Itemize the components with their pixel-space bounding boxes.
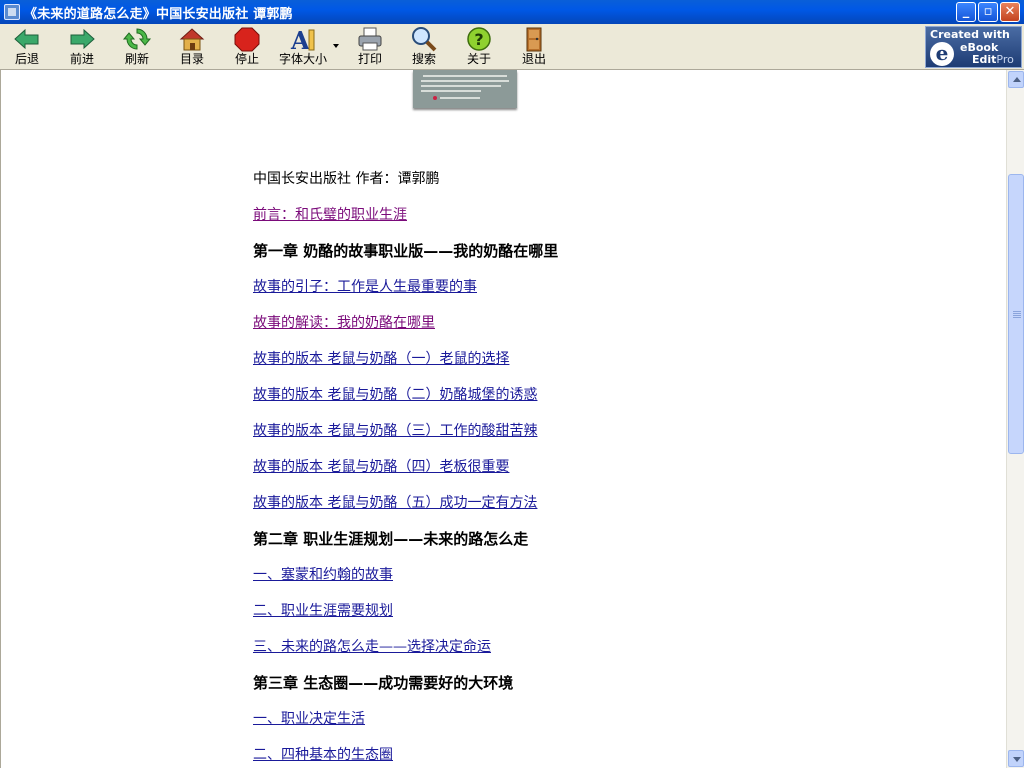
- refresh-label: 刷新: [124, 52, 149, 66]
- toc-link[interactable]: 故事的版本 老鼠与奶酪（五）成功一定有方法: [253, 492, 537, 512]
- app-book-icon[interactable]: [4, 4, 20, 20]
- home-icon: [177, 26, 207, 52]
- logo-pro: Pro: [996, 53, 1014, 66]
- contents-label: 目录: [179, 52, 204, 66]
- refresh-button[interactable]: 刷新: [110, 26, 164, 68]
- back-label: 后退: [14, 52, 39, 66]
- refresh-icon: [122, 26, 152, 52]
- toolbar: 后退 前进 刷新 目录 停止 A 字体大小 打印 搜索 ? 关于 退出: [0, 24, 1024, 70]
- toc-link[interactable]: 一、塞蒙和约翰的故事: [253, 564, 393, 584]
- toc-link[interactable]: 一、职业决定生活: [253, 708, 365, 728]
- font-size-icon: A: [288, 26, 318, 55]
- about-button[interactable]: ? 关于: [452, 26, 506, 68]
- back-button[interactable]: 后退: [0, 26, 54, 68]
- exit-label: 退出: [521, 52, 546, 66]
- scroll-thumb[interactable]: [1008, 174, 1024, 454]
- stop-icon: [232, 26, 262, 52]
- svg-text:?: ?: [474, 30, 483, 49]
- toc-publisher-line: 中国长安出版社 作者：谭郭鹏: [253, 171, 440, 187]
- toc-link[interactable]: 故事的引子：工作是人生最重要的事: [253, 276, 477, 296]
- exit-door-icon: [519, 26, 549, 52]
- magnifier-icon: [409, 26, 439, 52]
- toc-link[interactable]: 故事的版本 老鼠与奶酪（三）工作的酸甜苦辣: [253, 420, 537, 440]
- logo-e-badge: e: [930, 42, 954, 66]
- stop-label: 停止: [234, 52, 259, 66]
- logo-edit: Edit: [972, 53, 997, 66]
- book-cover-image: [413, 70, 517, 108]
- about-label: 关于: [466, 52, 491, 66]
- toc-chapter-heading: 第三章 生态圈——成功需要好的大环境: [253, 674, 514, 692]
- print-label: 打印: [357, 52, 382, 66]
- toc-chapter-heading: 第二章 职业生涯规划——未来的路怎么走: [253, 530, 529, 548]
- toc-link[interactable]: 三、未来的路怎么走——选择决定命运: [253, 636, 491, 656]
- stop-button[interactable]: 停止: [220, 26, 274, 68]
- forward-button[interactable]: 前进: [55, 26, 109, 68]
- title-bar: 《未来的道路怎么走》中国长安出版社 谭郭鹏 _ ▫ ✕: [0, 0, 1024, 24]
- toc-link[interactable]: 二、职业生涯需要规划: [253, 600, 393, 620]
- font-size-label: 字体大小: [278, 52, 327, 66]
- scroll-up-button[interactable]: [1008, 71, 1024, 88]
- search-label: 搜索: [411, 52, 436, 66]
- forward-label: 前进: [69, 52, 94, 66]
- toc-link[interactable]: 故事的版本 老鼠与奶酪（四）老板很重要: [253, 456, 509, 476]
- scroll-down-button[interactable]: [1008, 750, 1024, 767]
- print-button[interactable]: 打印: [343, 26, 397, 68]
- forward-arrow-icon: [67, 26, 97, 52]
- font-size-dropdown-icon[interactable]: [333, 44, 339, 48]
- toc-link[interactable]: 前言：和氏璧的职业生涯: [253, 204, 407, 224]
- maximize-button[interactable]: ▫: [978, 2, 998, 22]
- back-arrow-icon: [12, 26, 42, 52]
- toc-link[interactable]: 故事的版本 老鼠与奶酪（二）奶酪城堡的诱惑: [253, 384, 537, 404]
- logo-line3: EditPro: [972, 53, 1014, 66]
- window-title: 《未来的道路怎么走》中国长安出版社 谭郭鹏: [24, 7, 293, 22]
- toc-chapter-heading: 第一章 奶酪的故事职业版——我的奶酪在哪里: [253, 242, 559, 260]
- contents-button[interactable]: 目录: [165, 26, 219, 68]
- toc-link[interactable]: 二、四种基本的生态圈: [253, 744, 393, 764]
- font-size-button[interactable]: A 字体大小: [275, 26, 331, 68]
- content-pane: 中国长安出版社 作者：谭郭鹏前言：和氏璧的职业生涯第一章 奶酪的故事职业版——我…: [0, 70, 1006, 768]
- search-button[interactable]: 搜索: [397, 26, 451, 68]
- printer-icon: [355, 26, 385, 52]
- vertical-scrollbar[interactable]: [1006, 70, 1024, 768]
- close-button[interactable]: ✕: [1000, 2, 1020, 22]
- ebook-edit-pro-logo: Created with e eBook EditPro: [925, 26, 1022, 68]
- logo-line1: Created with: [930, 28, 1010, 41]
- minimize-button[interactable]: _: [956, 2, 976, 22]
- help-icon: ?: [464, 26, 494, 52]
- exit-button[interactable]: 退出: [507, 26, 561, 68]
- toc-link[interactable]: 故事的版本 老鼠与奶酪（一）老鼠的选择: [253, 348, 509, 368]
- svg-text:A: A: [290, 26, 310, 52]
- toc-link[interactable]: 故事的解读：我的奶酪在哪里: [253, 312, 435, 332]
